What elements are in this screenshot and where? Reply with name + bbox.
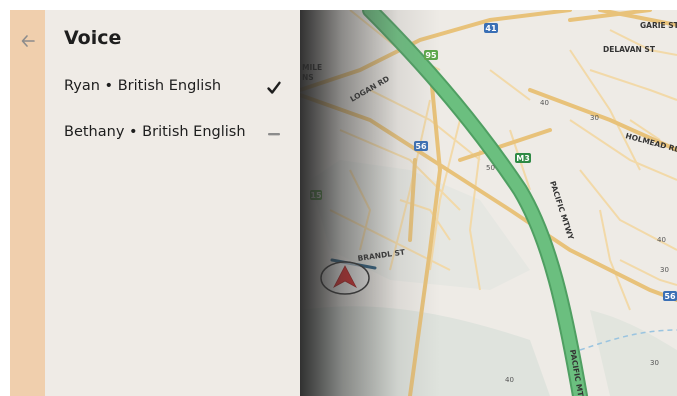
voice-settings-panel: Voice Ryan • British English Bethany • B…	[10, 10, 300, 396]
voice-option-label: Bethany • British English	[64, 124, 246, 140]
back-strip	[10, 10, 45, 396]
street-label-delavan: DELAVAN ST	[603, 45, 656, 54]
page-title: Voice	[64, 27, 122, 49]
checkmark-icon	[265, 79, 283, 97]
speed-label: 40	[540, 99, 549, 107]
route-shield-m3: M3	[516, 154, 530, 163]
street-label-garie: GARIE ST	[640, 21, 677, 30]
route-shield-56a: 56	[415, 142, 427, 151]
back-button[interactable]	[10, 24, 45, 58]
speed-label: 40	[657, 236, 666, 244]
speed-label: 30	[660, 266, 669, 274]
route-shield-41: 41	[485, 24, 497, 33]
street-label-mile: MILE	[302, 63, 322, 72]
route-shield-15: 15	[310, 191, 322, 200]
speed-label: 50	[486, 164, 495, 172]
route-shield-95: 95	[425, 51, 437, 60]
speed-label: 30	[650, 359, 659, 367]
navigation-arrow-icon	[320, 261, 370, 295]
voice-option-ryan[interactable]: Ryan • British English	[45, 66, 300, 110]
voice-option-bethany[interactable]: Bethany • British English	[45, 112, 300, 156]
street-label-ns: NS	[302, 73, 314, 82]
speed-label: 30	[590, 114, 599, 122]
speed-label: 40	[505, 376, 514, 384]
navigation-app: 41 95 56 M3 56 15 GARIE ST DELAVAN ST LO…	[10, 10, 677, 396]
dash-icon	[265, 125, 283, 143]
voice-option-label: Ryan • British English	[64, 78, 222, 94]
route-shield-56b: 56	[664, 292, 676, 301]
arrow-left-icon	[21, 35, 35, 47]
